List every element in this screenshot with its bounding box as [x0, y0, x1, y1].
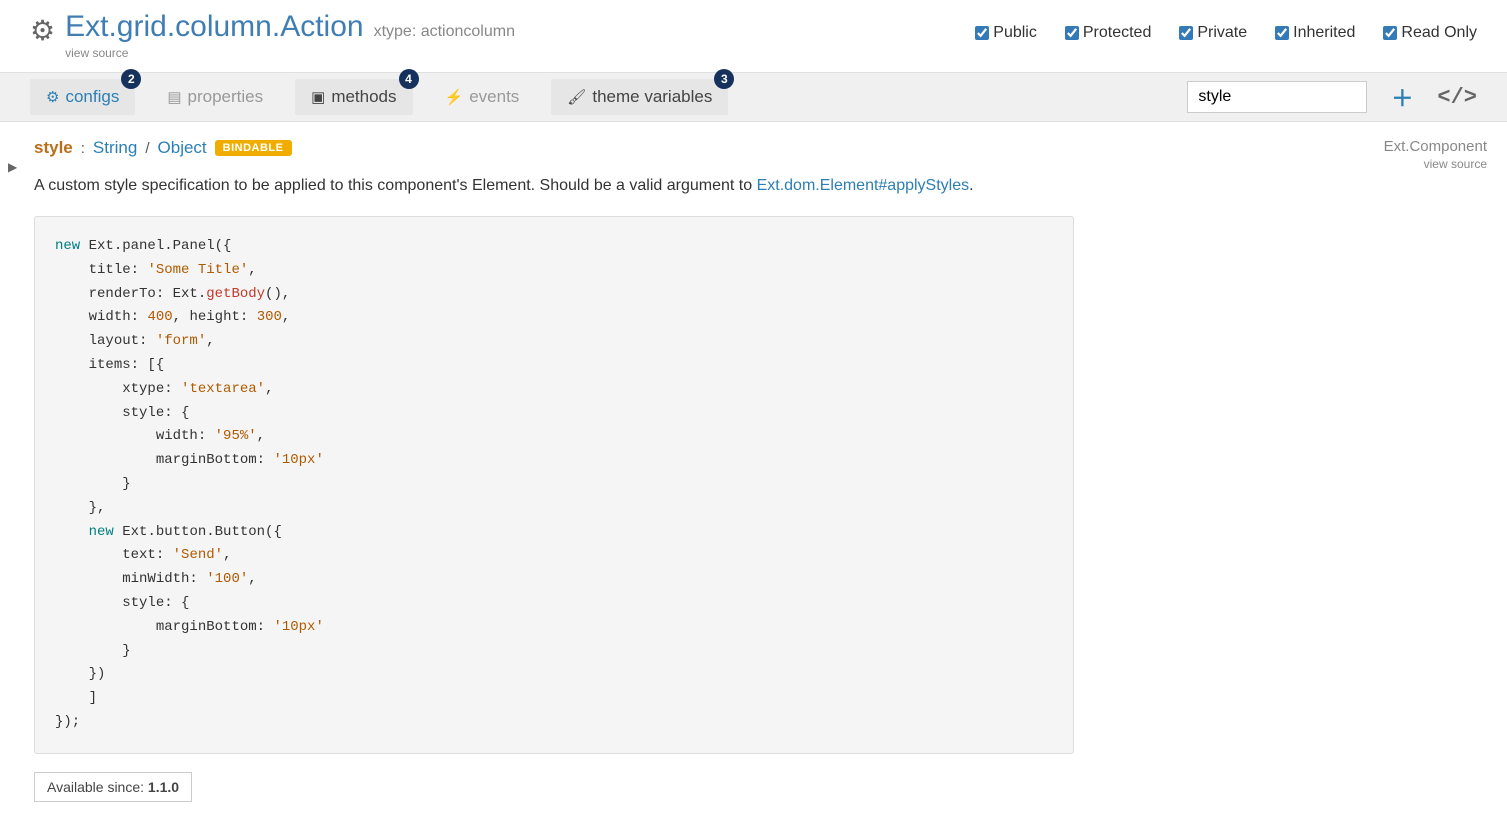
checkbox-public[interactable]: Public: [975, 24, 1037, 42]
code-view-icon[interactable]: </>: [1437, 85, 1477, 110]
checkbox-protected[interactable]: Protected: [1065, 24, 1151, 42]
bindable-tag: BINDABLE: [215, 140, 292, 156]
checkbox-private[interactable]: Private: [1179, 24, 1247, 42]
checkbox-inherited[interactable]: Inherited: [1275, 24, 1355, 42]
checkbox-public-input[interactable]: [975, 26, 989, 40]
checkbox-inherited-input[interactable]: [1275, 26, 1289, 40]
type-object-link[interactable]: Object: [158, 138, 207, 158]
properties-icon: ▤: [167, 88, 181, 106]
events-icon: ⚡: [445, 88, 464, 106]
since-box: Available since: 1.1.0: [34, 772, 192, 802]
methods-badge: 4: [399, 69, 419, 89]
class-title: Ext.grid.column.Action: [65, 10, 363, 44]
tab-configs[interactable]: ⚙ configs 2: [30, 79, 135, 115]
configs-badge: 2: [121, 69, 141, 89]
tab-properties[interactable]: ▤ properties: [151, 79, 279, 115]
methods-icon: ▣: [311, 88, 325, 106]
checkbox-private-input[interactable]: [1179, 26, 1193, 40]
expand-icon[interactable]: ＋: [1391, 81, 1413, 113]
apply-styles-link[interactable]: Ext.dom.Element#applyStyles: [757, 177, 970, 194]
member-description: A custom style specification to be appli…: [34, 174, 1477, 198]
tab-theme[interactable]: 🖌 theme variables 3: [551, 79, 728, 115]
checkbox-readonly[interactable]: Read Only: [1383, 24, 1477, 42]
checkbox-readonly-input[interactable]: [1383, 26, 1397, 40]
checkbox-protected-input[interactable]: [1065, 26, 1079, 40]
tab-events[interactable]: ⚡ events: [429, 79, 536, 115]
type-string-link[interactable]: String: [93, 138, 137, 158]
search-input[interactable]: [1187, 81, 1367, 113]
theme-icon: 🖌: [567, 88, 586, 106]
theme-badge: 3: [714, 69, 734, 89]
configs-icon: ⚙: [46, 88, 59, 106]
origin-view-source-link[interactable]: view source: [1424, 157, 1487, 171]
xtype-label: xtype: actioncolumn: [374, 23, 515, 41]
code-example: new Ext.panel.Panel({ title: 'Some Title…: [34, 216, 1074, 754]
tab-methods[interactable]: ▣ methods 4: [295, 79, 412, 115]
origin-class: Ext.Component: [1384, 138, 1487, 155]
member-name: style: [34, 138, 73, 158]
gear-icon: ⚙: [30, 14, 55, 47]
view-source-link[interactable]: view source: [65, 46, 515, 60]
